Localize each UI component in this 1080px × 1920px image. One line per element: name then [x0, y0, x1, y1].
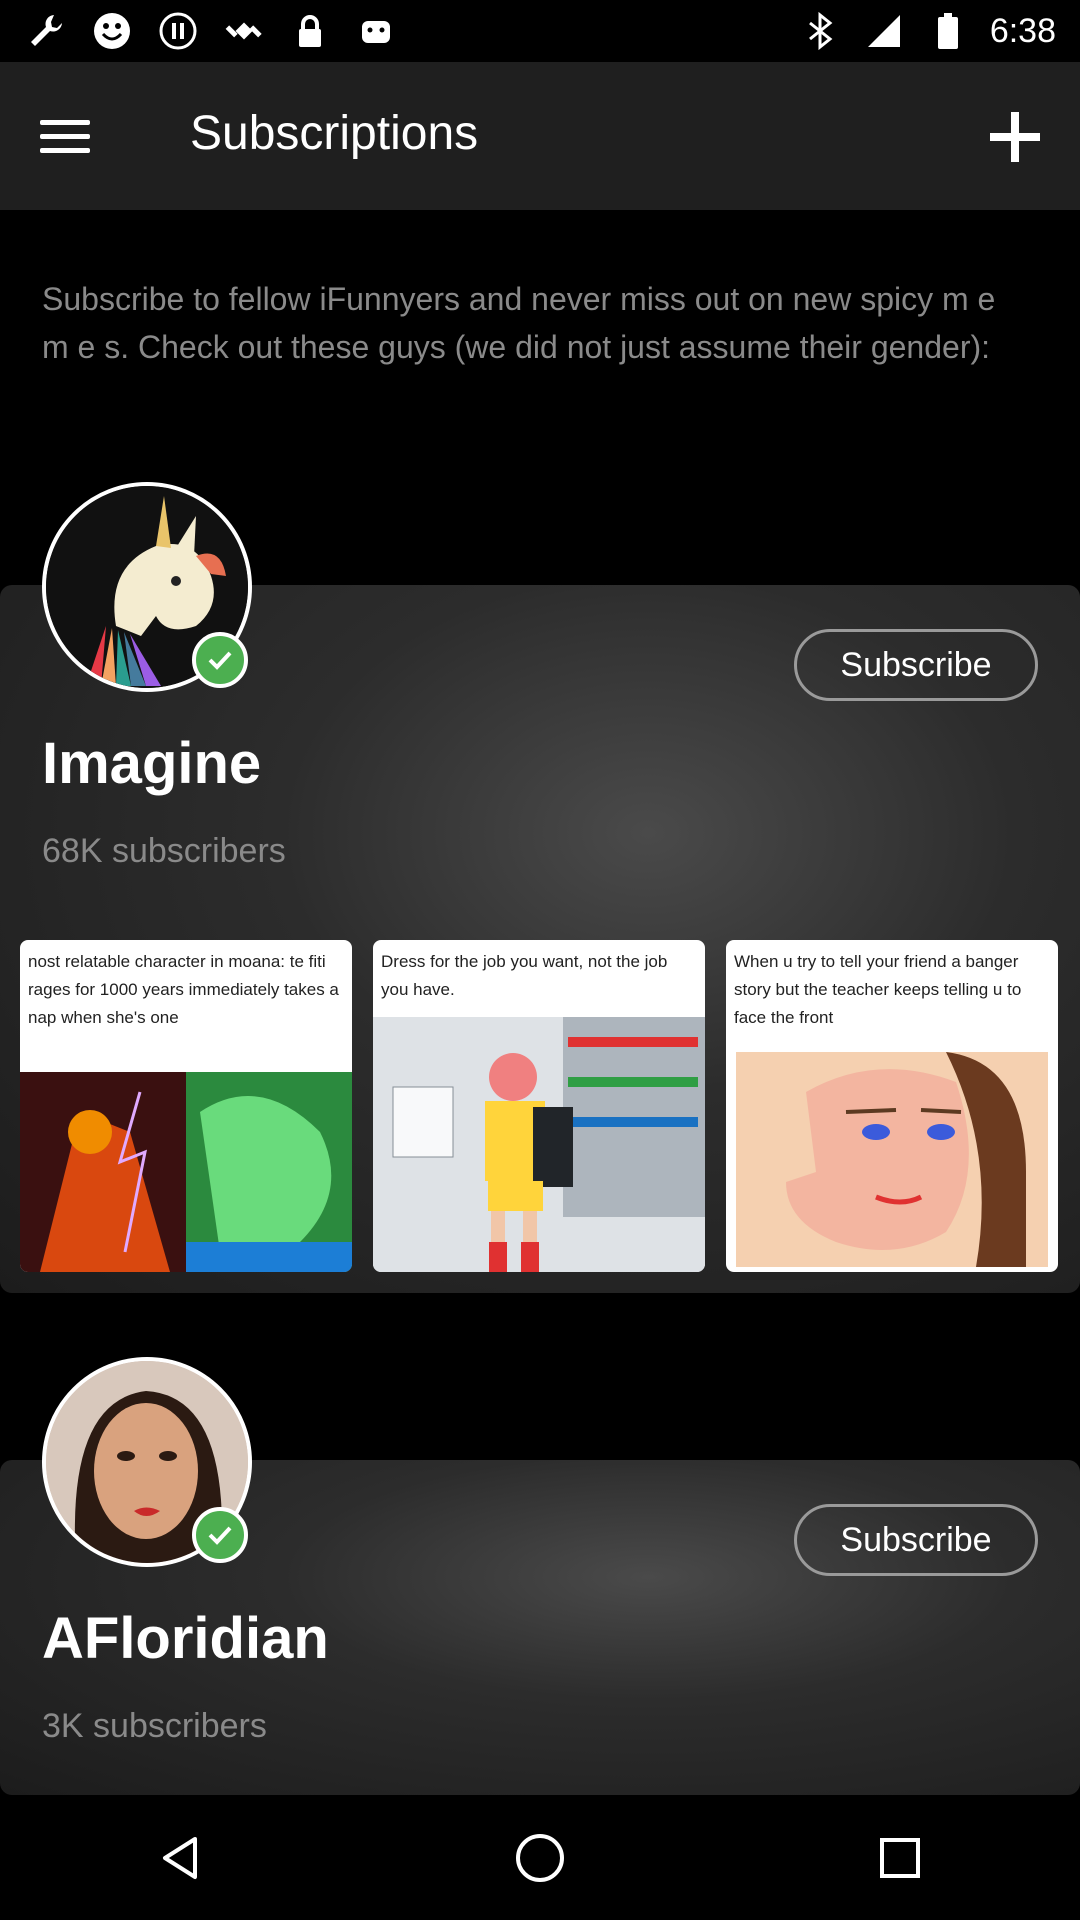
meme-thumbnail[interactable]: Dress for the job you want, not the job …	[373, 940, 705, 1272]
clock-time: 6:38	[989, 11, 1056, 50]
meme-thumbnails: nost relatable character in moana: te fi…	[20, 940, 1060, 1272]
page-title: Subscriptions	[190, 107, 479, 160]
meme-image	[373, 1017, 705, 1272]
meme-caption: Dress for the job you want, not the job …	[381, 952, 668, 999]
intro-text: Subscribe to fellow iFunnyers and never …	[42, 281, 996, 365]
signal-icon	[862, 9, 906, 53]
meme-thumbnail[interactable]: nost relatable character in moana: te fi…	[20, 940, 352, 1272]
username[interactable]: AFloridian	[42, 1605, 329, 1672]
subscriber-count: 68K subscribers	[42, 832, 286, 870]
subscriber-count: 3K subscribers	[42, 1707, 267, 1745]
username[interactable]: Imagine	[42, 730, 261, 797]
battery-icon	[926, 9, 970, 53]
plus-icon[interactable]	[980, 102, 1050, 172]
verified-badge-icon	[192, 1507, 248, 1563]
subscribe-button[interactable]: Subscribe	[794, 629, 1038, 701]
status-bar: 6:38	[0, 0, 1080, 62]
meme-image	[736, 1052, 1048, 1267]
smiley-icon	[90, 9, 134, 53]
system-nav-bar	[0, 1795, 1080, 1920]
screen: 6:38 Subscriptions Subscribe to fellow i…	[0, 0, 1080, 1920]
pause-icon	[156, 9, 200, 53]
verified-badge-icon	[192, 632, 248, 688]
android-icon	[354, 9, 398, 53]
back-triangle-icon[interactable]	[140, 1818, 220, 1898]
recents-square-icon[interactable]	[860, 1818, 940, 1898]
meme-caption: When u try to tell your friend a banger …	[734, 952, 1022, 1027]
home-circle-icon[interactable]	[500, 1818, 580, 1898]
lock-icon	[288, 9, 332, 53]
app-bar: Subscriptions	[0, 62, 1080, 210]
meme-caption: nost relatable character in moana: te fi…	[28, 952, 339, 1027]
hamburger-menu-icon[interactable]	[40, 106, 104, 166]
bluetooth-icon	[798, 9, 842, 53]
meme-thumbnail[interactable]: When u try to tell your friend a banger …	[726, 940, 1058, 1272]
subscribe-button[interactable]: Subscribe	[794, 1504, 1038, 1576]
wrench-icon	[24, 9, 68, 53]
meme-image	[20, 1072, 352, 1272]
fake-gps-icon	[222, 9, 266, 53]
